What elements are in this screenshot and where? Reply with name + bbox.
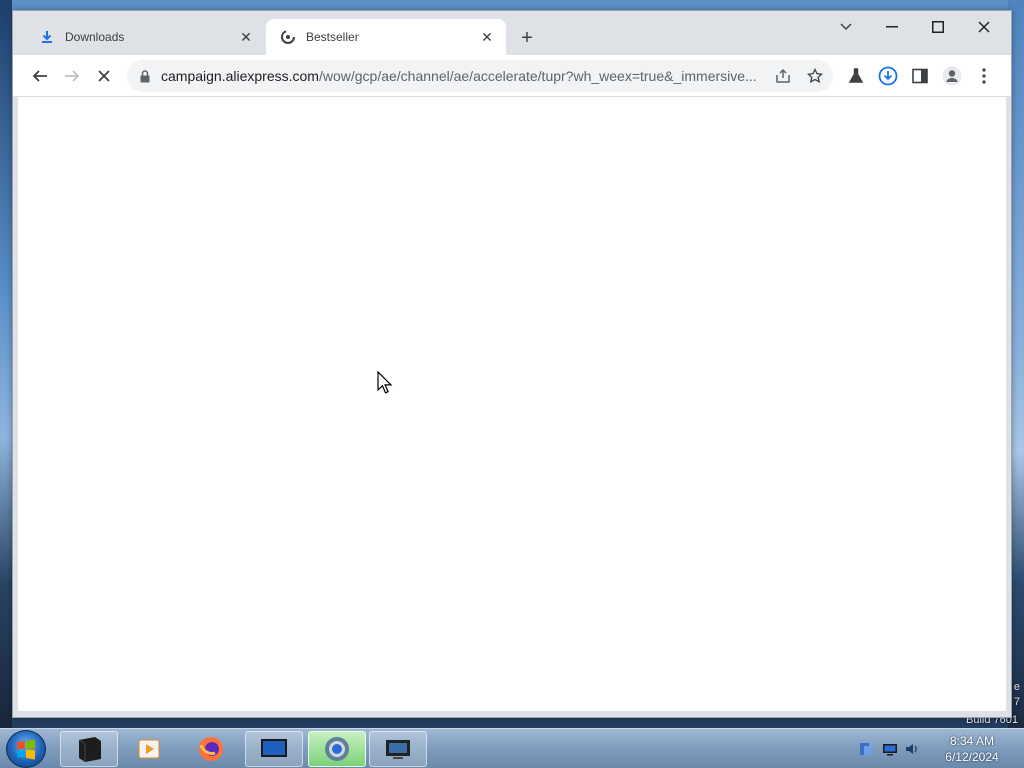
tab-downloads[interactable]: Downloads ✕ xyxy=(25,19,265,55)
share-icon[interactable] xyxy=(771,64,795,88)
new-tab-button[interactable]: + xyxy=(515,26,539,50)
profile-button[interactable] xyxy=(939,63,965,89)
url-host: campaign.aliexpress.com xyxy=(161,68,319,84)
taskbar-chrome-app[interactable] xyxy=(308,731,366,767)
maximize-button[interactable] xyxy=(915,13,961,41)
arrow-right-icon xyxy=(65,70,80,82)
taskbar-terminal-app[interactable] xyxy=(60,731,118,767)
taskbar: 8:34 AM 6/12/2024 xyxy=(0,728,1024,768)
watermark-line-1: e xyxy=(1013,681,1020,693)
stop-loading-button[interactable] xyxy=(91,63,117,89)
side-panel-button[interactable] xyxy=(907,63,933,89)
maximize-icon xyxy=(932,21,944,33)
start-button[interactable] xyxy=(6,730,46,768)
chrome-icon xyxy=(325,737,349,761)
firefox-icon xyxy=(199,737,223,761)
download-progress-icon xyxy=(878,66,898,86)
avatar-icon xyxy=(942,66,962,86)
tab-bestseller[interactable]: Bestseller ✕ xyxy=(266,19,506,55)
taskbar-clock[interactable]: 8:34 AM 6/12/2024 xyxy=(942,733,1002,765)
watermark-line-2: 7 xyxy=(1013,696,1020,708)
close-icon[interactable]: ✕ xyxy=(478,28,496,46)
taskbar-media-player-app[interactable] xyxy=(120,731,178,767)
system-tray: 8:34 AM 6/12/2024 xyxy=(854,729,1024,768)
tab-strip: Downloads ✕ Bestseller ✕ + xyxy=(13,11,1011,55)
tab-search-button[interactable] xyxy=(823,13,869,41)
more-vertical-icon xyxy=(982,68,986,84)
minimize-button[interactable] xyxy=(869,13,915,41)
address-bar[interactable]: campaign.aliexpress.com/wow/gcp/ae/chann… xyxy=(127,60,833,92)
url-text[interactable]: campaign.aliexpress.com/wow/gcp/ae/chann… xyxy=(161,68,761,84)
monitor-icon xyxy=(261,739,287,757)
clock-time: 8:34 AM xyxy=(949,734,995,748)
network-share-icon[interactable] xyxy=(858,741,874,757)
terminal-app-icon xyxy=(78,737,101,762)
menu-button[interactable] xyxy=(971,63,997,89)
media-player-icon xyxy=(138,739,160,759)
aliexpress-favicon-icon xyxy=(280,29,296,45)
lock-icon[interactable] xyxy=(137,68,153,84)
url-path: /wow/gcp/ae/channel/ae/accelerate/tupr?w… xyxy=(318,68,757,84)
desktop-background-left xyxy=(0,0,12,728)
page-content[interactable] xyxy=(18,97,1006,711)
minimize-icon xyxy=(886,26,898,28)
volume-icon[interactable] xyxy=(904,741,920,757)
clock-date: 6/12/2024 xyxy=(945,750,999,764)
side-panel-icon xyxy=(912,68,928,84)
remote-desktop-icon xyxy=(386,740,410,759)
chevron-down-icon xyxy=(840,23,852,31)
display-icon[interactable] xyxy=(882,741,898,757)
mouse-cursor-icon xyxy=(377,371,393,394)
close-icon xyxy=(978,21,990,33)
tab-title: Downloads xyxy=(65,30,125,44)
flask-icon xyxy=(848,68,864,83)
bookmark-star-icon[interactable] xyxy=(803,64,827,88)
download-icon xyxy=(39,29,55,45)
close-icon[interactable]: ✕ xyxy=(237,28,255,46)
windows-logo-icon xyxy=(17,739,35,760)
tab-title: Bestseller xyxy=(306,30,359,44)
browser-toolbar: campaign.aliexpress.com/wow/gcp/ae/chann… xyxy=(13,55,1011,97)
taskbar-monitor-app[interactable] xyxy=(245,731,303,767)
downloads-button[interactable] xyxy=(875,63,901,89)
arrow-left-icon xyxy=(32,70,47,82)
stop-icon xyxy=(98,70,110,82)
taskbar-remote-desktop-app[interactable] xyxy=(369,731,427,767)
back-button[interactable] xyxy=(27,63,53,89)
taskbar-firefox-app[interactable] xyxy=(182,731,240,767)
close-window-button[interactable] xyxy=(961,13,1007,41)
browser-window: Downloads ✕ Bestseller ✕ + campaign.alie… xyxy=(12,10,1012,718)
forward-button[interactable] xyxy=(59,63,85,89)
labs-flask-button[interactable] xyxy=(843,63,869,89)
